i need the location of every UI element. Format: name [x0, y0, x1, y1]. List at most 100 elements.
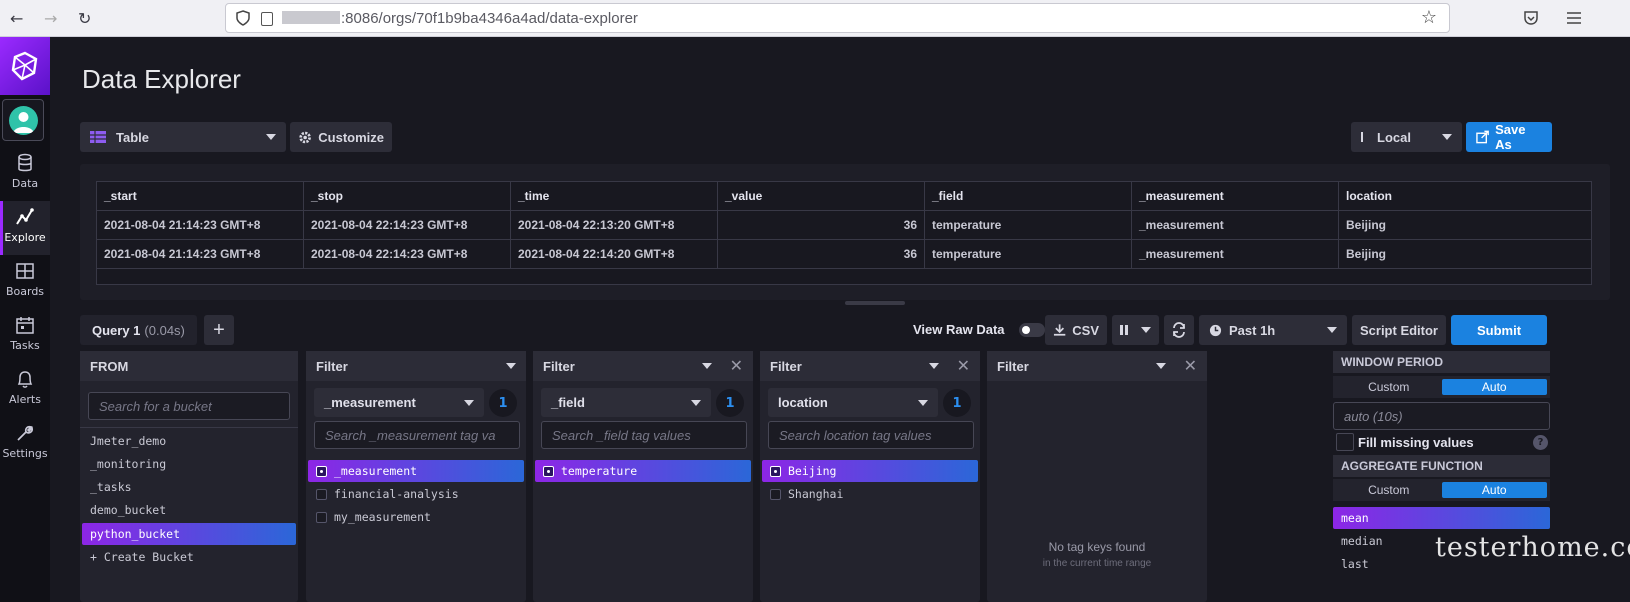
download-icon: [1053, 324, 1066, 336]
table-cell: Beijing: [1346, 218, 1387, 232]
fill-missing-label: Fill missing values: [1358, 435, 1474, 450]
pin-icon: [1361, 132, 1363, 142]
table-cell: temperature: [925, 211, 1132, 239]
table-cell: 36: [718, 240, 925, 268]
checkbox: [316, 488, 327, 500]
user-avatar-button[interactable]: [2, 99, 44, 141]
column-header[interactable]: _field: [925, 182, 1132, 210]
resize-handle[interactable]: [845, 301, 905, 305]
timezone-dropdown[interactable]: Local: [1351, 122, 1462, 152]
tag-key-dropdown[interactable]: _field: [541, 388, 711, 417]
reload-icon[interactable]: ↻: [78, 9, 91, 28]
tag-value-search-input[interactable]: Search location tag values: [768, 421, 974, 449]
sidebar-item-explore[interactable]: Explore: [0, 201, 50, 255]
filter-header[interactable]: Filter ✕: [533, 351, 753, 381]
sidebar-item-alerts[interactable]: Alerts: [0, 363, 50, 417]
window-period-input[interactable]: auto (10s): [1333, 402, 1550, 430]
sidebar-item-settings[interactable]: Settings: [0, 417, 50, 471]
add-query-button[interactable]: +: [204, 315, 234, 345]
aggregate-item[interactable]: last: [1333, 553, 1369, 575]
address-bar[interactable]: :8086/orgs/70f1b9ba4346a4ad/data-explore…: [225, 3, 1450, 33]
toggle-knob: [1022, 326, 1030, 334]
save-as-button[interactable]: Save As: [1466, 122, 1552, 152]
pocket-icon[interactable]: [1523, 10, 1539, 26]
column-header[interactable]: _value: [718, 182, 925, 210]
close-icon[interactable]: ✕: [957, 356, 970, 376]
tag-value-item-selected[interactable]: _measurement: [308, 460, 524, 482]
column-header[interactable]: _time: [511, 182, 718, 210]
main-content: Data Explorer Table Customize Local Save…: [50, 37, 1630, 602]
view-type-dropdown[interactable]: Table: [80, 122, 286, 152]
column-header[interactable]: _start: [97, 182, 304, 210]
window-period-toggle: Custom Auto: [1333, 376, 1550, 398]
influxdb-logo[interactable]: [0, 37, 50, 95]
filter-card-location: Filter ✕ location 1 Search location tag v…: [760, 351, 980, 602]
tag-value-item[interactable]: my_measurement: [308, 506, 431, 528]
filter-card-field: Filter ✕ _field 1 Search _field tag value…: [533, 351, 753, 602]
tag-value-item[interactable]: Shanghai: [762, 483, 843, 505]
filter-header[interactable]: Filter: [306, 351, 526, 381]
csv-download-button[interactable]: CSV: [1045, 315, 1107, 345]
sidebar-item-boards[interactable]: Boards: [0, 255, 50, 309]
menu-icon[interactable]: [1566, 11, 1582, 25]
selected-count-badge: 1: [489, 389, 517, 417]
table-cell: 2021-08-04 22:14:23 GMT+8: [304, 211, 511, 239]
forward-arrow-icon[interactable]: →: [44, 9, 57, 28]
chevron-down-icon: [1442, 134, 1452, 140]
submit-button[interactable]: Submit: [1451, 315, 1547, 345]
refresh-rate-dropdown[interactable]: [1112, 315, 1159, 345]
table-cell: 2021-08-04 22:14:20 GMT+8: [511, 240, 718, 268]
column-header[interactable]: _measurement: [1132, 182, 1339, 210]
help-icon[interactable]: ?: [1533, 435, 1548, 450]
create-bucket-link[interactable]: + Create Bucket: [82, 546, 194, 568]
aggregate-item[interactable]: median: [1333, 530, 1383, 552]
bucket-item[interactable]: _monitoring: [82, 453, 166, 475]
script-editor-button[interactable]: Script Editor: [1352, 315, 1446, 345]
table-cell: 2021-08-04 22:14:23 GMT+8: [304, 240, 511, 268]
column-header[interactable]: _stop: [304, 182, 511, 210]
aggregate-custom-option[interactable]: Custom: [1336, 482, 1442, 498]
calendar-icon: [16, 317, 34, 334]
user-icon: [13, 112, 34, 133]
tag-value-search-input[interactable]: Search _measurement tag va: [314, 421, 520, 449]
aggregate-auto-option[interactable]: Auto: [1441, 482, 1547, 498]
tag-key-dropdown[interactable]: _measurement: [314, 388, 484, 417]
bucket-item-selected[interactable]: python_bucket: [82, 523, 296, 545]
window-auto-option[interactable]: Auto: [1441, 379, 1547, 395]
table-cell: 2021-08-04 21:14:23 GMT+8: [97, 240, 304, 268]
refresh-icon: [1173, 322, 1185, 338]
view-raw-label: View Raw Data: [913, 322, 1005, 337]
tag-value-item-selected[interactable]: temperature: [535, 460, 751, 482]
sidebar-item-tasks[interactable]: Tasks: [0, 309, 50, 363]
query-tab[interactable]: Query 1 (0.04s): [80, 315, 197, 345]
back-arrow-icon[interactable]: ←: [10, 9, 23, 28]
database-icon: [18, 153, 32, 172]
url-text: :8086/orgs/70f1b9ba4346a4ad/data-explore…: [282, 10, 638, 27]
aggregate-item-selected[interactable]: mean: [1333, 507, 1550, 529]
close-icon[interactable]: ✕: [1184, 356, 1197, 376]
fill-missing-checkbox[interactable]: [1336, 433, 1354, 451]
bucket-item[interactable]: Jmeter_demo: [82, 430, 166, 452]
sidebar-item-data[interactable]: Data: [0, 147, 50, 201]
window-custom-option[interactable]: Custom: [1336, 379, 1442, 395]
filter-header[interactable]: Filter ✕: [760, 351, 980, 381]
time-range-dropdown[interactable]: Past 1h: [1199, 315, 1347, 345]
tag-value-item-selected[interactable]: Beijing: [762, 460, 978, 482]
close-icon[interactable]: ✕: [730, 356, 743, 376]
chevron-down-icon: [928, 363, 939, 369]
bucket-item[interactable]: demo_bucket: [82, 499, 166, 521]
filter-header[interactable]: Filter ✕: [987, 351, 1207, 381]
column-header[interactable]: location: [1339, 182, 1591, 210]
view-raw-toggle[interactable]: [1019, 323, 1045, 337]
watermark: testerhome.com: [1435, 532, 1630, 563]
customize-button[interactable]: Customize: [290, 122, 392, 152]
bucket-search-input[interactable]: Search for a bucket: [88, 392, 290, 420]
tag-key-dropdown[interactable]: location: [768, 388, 938, 417]
bookmark-star-icon[interactable]: ☆: [1421, 7, 1437, 28]
tag-value-item[interactable]: financial-analysis: [308, 483, 459, 505]
empty-state-subtext: in the current time range: [1042, 558, 1152, 569]
refresh-button[interactable]: [1164, 315, 1194, 345]
tag-value-search-input[interactable]: Search _field tag values: [541, 421, 747, 449]
chevron-down-icon: [464, 399, 474, 406]
bucket-item[interactable]: _tasks: [82, 476, 132, 498]
